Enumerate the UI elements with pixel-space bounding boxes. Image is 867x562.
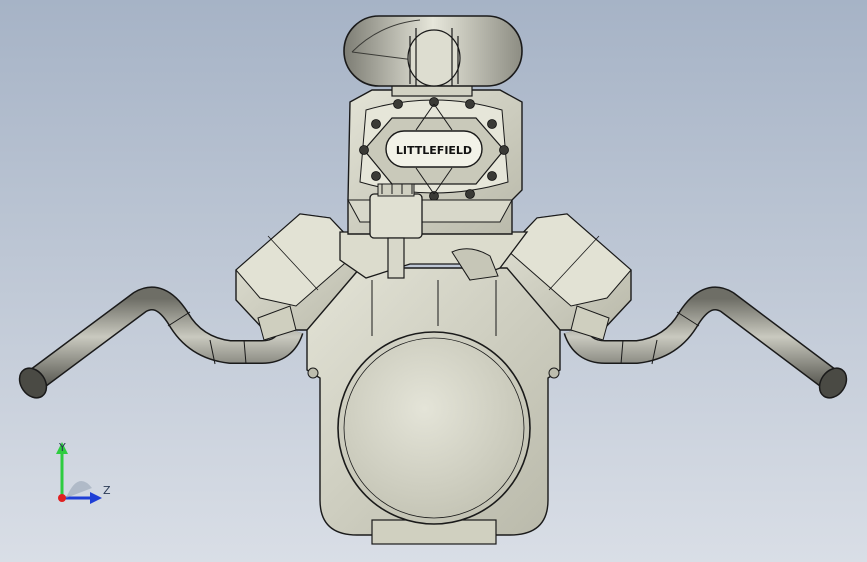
z-axis-label: Z xyxy=(103,484,111,497)
harmonic-damper[interactable] xyxy=(337,331,531,525)
orientation-triad[interactable]: Y Z xyxy=(40,440,120,510)
y-axis-label: Y xyxy=(59,441,66,454)
engine-model[interactable]: LITTLEFIELD xyxy=(0,0,867,562)
intake-scoop[interactable] xyxy=(343,15,523,87)
brand-label: LITTLEFIELD xyxy=(396,144,472,157)
3d-viewport[interactable]: LITTLEFIELD Y Z xyxy=(0,0,867,562)
mount-bolt-left xyxy=(307,367,319,379)
triad-axes-icon xyxy=(56,442,102,504)
mount-bolt-right xyxy=(548,367,560,379)
